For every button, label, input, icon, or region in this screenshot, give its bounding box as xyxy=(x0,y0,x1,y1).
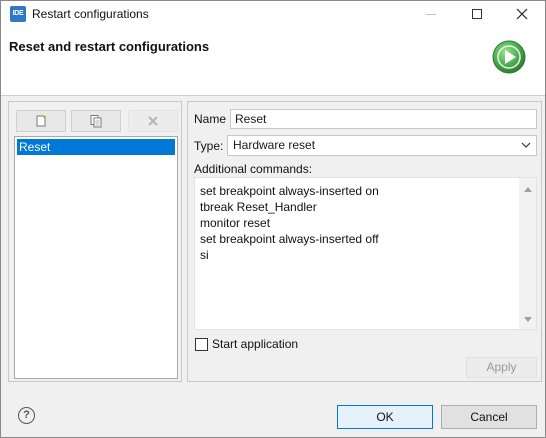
start-application-checkbox[interactable] xyxy=(195,338,208,351)
run-icon xyxy=(492,40,526,74)
title-bar: IDE Restart configurations xyxy=(1,1,545,27)
name-label: Name xyxy=(194,112,227,126)
new-config-icon xyxy=(36,114,47,127)
dialog-header: Reset and restart configurations xyxy=(1,27,545,96)
commands-label: Additional commands: xyxy=(194,162,313,176)
maximize-icon xyxy=(472,9,482,19)
config-list-panel: Reset xyxy=(8,101,182,382)
command-line: si xyxy=(200,248,209,262)
list-item[interactable]: Reset xyxy=(17,139,175,155)
commands-scrollbar[interactable] xyxy=(519,178,536,329)
restart-configurations-dialog: IDE Restart configurations Reset and res… xyxy=(0,0,546,438)
help-icon[interactable]: ? xyxy=(18,407,35,424)
type-label: Type: xyxy=(194,139,224,153)
type-select[interactable]: Hardware reset xyxy=(227,135,537,156)
new-config-button[interactable] xyxy=(16,110,66,132)
window-title: Restart configurations xyxy=(32,7,149,21)
type-select-value: Hardware reset xyxy=(233,138,316,152)
app-icon: IDE xyxy=(10,6,26,22)
command-line: tbreak Reset_Handler xyxy=(200,200,317,214)
command-line: set breakpoint always-inserted off xyxy=(200,232,379,246)
duplicate-icon xyxy=(90,115,102,128)
command-line: monitor reset xyxy=(200,216,271,230)
minimize-icon xyxy=(426,13,436,15)
close-icon xyxy=(516,8,528,20)
maximize-button[interactable] xyxy=(454,1,500,27)
delete-icon xyxy=(148,116,158,126)
cancel-button[interactable]: Cancel xyxy=(441,405,537,429)
config-list[interactable]: Reset xyxy=(14,136,178,379)
duplicate-config-button[interactable] xyxy=(71,110,121,132)
chevron-down-icon xyxy=(521,142,531,148)
config-details-panel: Name Reset Type: Hardware reset Addition… xyxy=(187,101,542,382)
name-field[interactable]: Reset xyxy=(230,109,537,129)
scroll-up-icon[interactable] xyxy=(524,187,532,192)
commands-textarea[interactable]: set breakpoint always-inserted on tbreak… xyxy=(194,177,537,330)
minimize-button[interactable] xyxy=(408,1,454,27)
delete-config-button[interactable] xyxy=(128,110,178,132)
apply-button[interactable]: Apply xyxy=(466,357,537,378)
scroll-down-icon[interactable] xyxy=(524,317,532,322)
command-line: set breakpoint always-inserted on xyxy=(200,184,379,198)
ok-button[interactable]: OK xyxy=(337,405,433,429)
page-title: Reset and restart configurations xyxy=(9,39,210,54)
start-application-label: Start application xyxy=(212,337,299,351)
close-button[interactable] xyxy=(499,1,545,27)
